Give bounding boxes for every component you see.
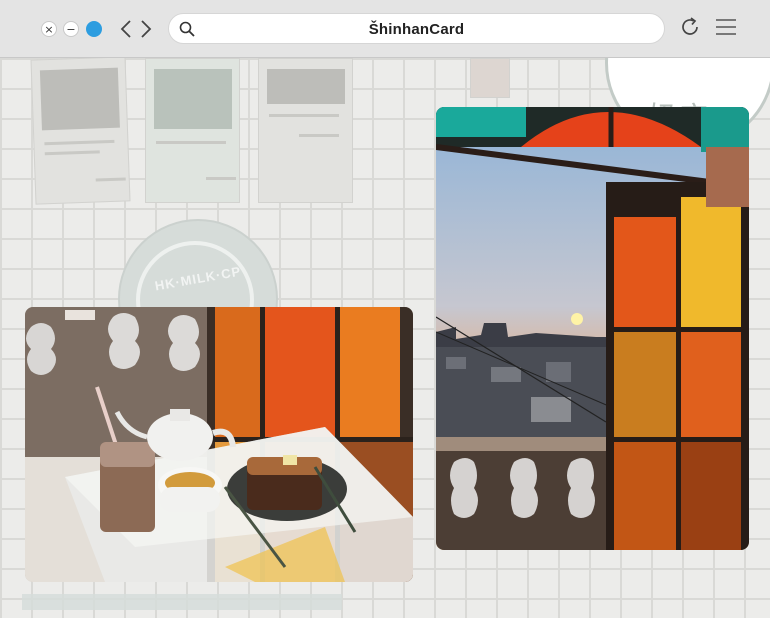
window-close-button[interactable]: × xyxy=(41,21,57,37)
page-viewport[interactable]: HK·MILK·CP 奶店 xyxy=(0,58,770,618)
reload-icon xyxy=(682,17,698,35)
cafe-photo-image xyxy=(25,307,413,582)
address-url-text: ŠhinhanCard xyxy=(368,21,465,38)
wall-shelf xyxy=(22,594,342,610)
wall-poster xyxy=(470,58,510,98)
cafe-photo[interactable] xyxy=(25,307,413,582)
wall-poster xyxy=(145,58,240,203)
hamburger-menu-icon xyxy=(716,19,736,35)
sunset-photo-image xyxy=(436,107,749,550)
back-button[interactable] xyxy=(118,18,134,40)
chevron-right-icon xyxy=(141,20,152,38)
sunset-photo[interactable] xyxy=(436,107,749,550)
forward-button[interactable] xyxy=(138,18,154,40)
address-bar[interactable]: ŠhinhanCard xyxy=(168,13,665,44)
chevron-left-icon xyxy=(120,20,131,38)
menu-button[interactable] xyxy=(715,18,737,41)
wall-poster xyxy=(30,58,131,205)
window-maximize-button[interactable] xyxy=(86,21,102,37)
wall-poster xyxy=(258,58,353,203)
window-minimize-button[interactable]: − xyxy=(63,21,79,37)
browser-toolbar: × − ŠhinhanCard xyxy=(0,0,770,58)
reload-button[interactable] xyxy=(679,16,701,43)
